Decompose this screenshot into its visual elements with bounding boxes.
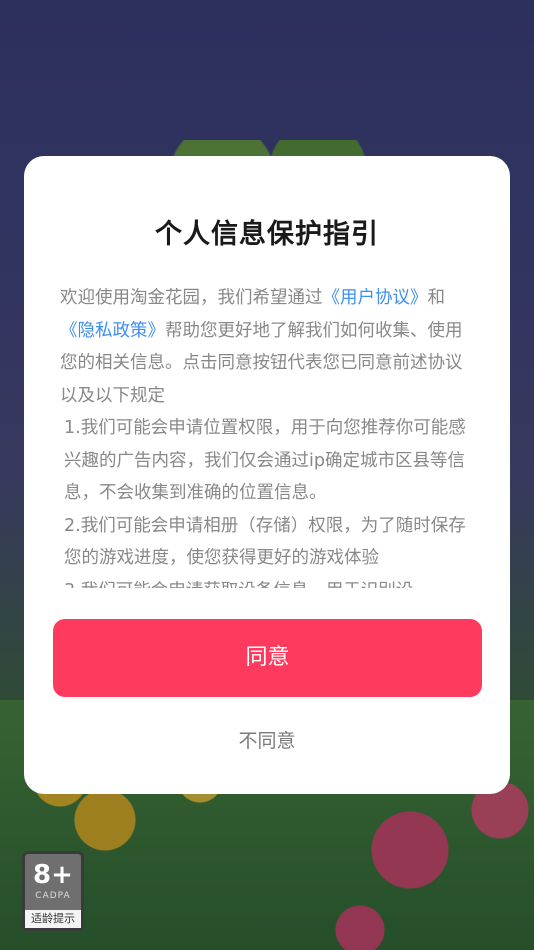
dialog-title: 个人信息保护指引 [155, 219, 379, 250]
intro-text-before: 欢迎使用淘金花园，我们希望通过 [60, 288, 323, 308]
privacy-dialog: 个人信息保护指引 欢迎使用淘金花园，我们希望通过《用户协议》和《隐私政策》帮助您… [24, 156, 510, 794]
age-rating-badge: 8+ CADPA 适龄提示 [22, 851, 84, 931]
age-rating-tip: 适龄提示 [25, 910, 81, 928]
rule-device: 3.我们可能会申请获取设备信息，用于识别设 [60, 575, 478, 589]
rule-location: 1.我们可能会申请位置权限，用于向您推荐你可能感兴趣的广告内容，我们仅会通过ip… [64, 418, 466, 503]
rule-storage: 2.我们可能会申请相册（存储）权限，为了随时保存您的游戏进度，使您获得更好的游戏… [64, 515, 466, 569]
disagree-button[interactable]: 不同意 [24, 726, 510, 753]
age-rating-number: 8+ [33, 860, 73, 890]
user-agreement-link[interactable]: 《用户协议》 [323, 288, 428, 308]
agree-button[interactable]: 同意 [53, 619, 482, 697]
privacy-policy-link[interactable]: 《隐私政策》 [60, 321, 165, 341]
age-rating-org: CADPA [35, 891, 71, 901]
dialog-content-scroll[interactable]: 欢迎使用淘金花园，我们希望通过《用户协议》和《隐私政策》帮助您更好地了解我们如何… [60, 282, 478, 588]
intro-text-and: 和 [427, 288, 446, 308]
intro-paragraph: 欢迎使用淘金花园，我们希望通过《用户协议》和《隐私政策》帮助您更好地了解我们如何… [60, 282, 478, 412]
